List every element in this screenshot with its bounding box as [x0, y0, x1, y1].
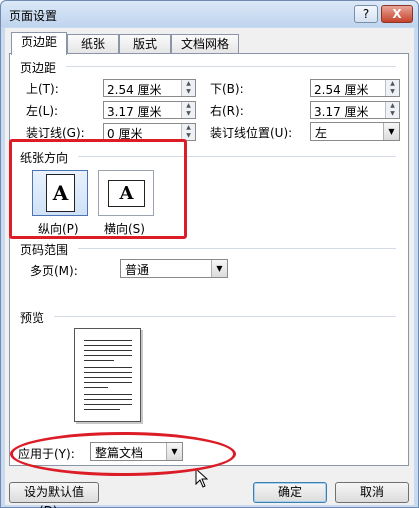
- spin-up-icon[interactable]: ▲: [182, 102, 195, 110]
- right-margin-label: 右(R):: [210, 104, 244, 118]
- chevron-down-icon[interactable]: ▼: [211, 260, 227, 277]
- top-margin-spinner[interactable]: 2.54 厘米 ▲ ▼: [103, 79, 196, 97]
- title-bar: 页面设置 ? X: [1, 1, 418, 27]
- tab-panel-margins: 页边距 上(T): 2.54 厘米 ▲ ▼ 下(B): 2.54 厘米 ▲ ▼ 左(…: [9, 53, 409, 466]
- multiple-pages-label: 多页(M):: [30, 264, 78, 278]
- dialog-body: 页边距 纸张 版式 文档网格 页边距 上(T): 2.54 厘米 ▲ ▼ 下(B)…: [5, 28, 414, 508]
- preview-group-title: 预览: [20, 311, 45, 325]
- preview-text-line: [84, 394, 132, 395]
- bottom-margin-spinner[interactable]: 2.54 厘米 ▲ ▼: [310, 79, 400, 97]
- pages-group-title: 页码范围: [20, 243, 69, 257]
- preview-text-line: [84, 399, 132, 400]
- tab-document-grid[interactable]: 文档网格: [171, 34, 239, 54]
- preview-text-line: [84, 360, 114, 361]
- preview-text-line: [84, 367, 132, 368]
- preview-text-line: [84, 377, 132, 378]
- tab-paper[interactable]: 纸张: [67, 34, 119, 54]
- preview-text-line: [84, 340, 132, 341]
- apply-to-highlight-ellipse: [10, 432, 236, 476]
- spin-up-icon[interactable]: ▲: [386, 80, 399, 88]
- multiple-pages-select[interactable]: 普通 ▼: [120, 259, 228, 278]
- bottom-margin-value: 2.54 厘米: [314, 83, 369, 97]
- cancel-button[interactable]: 取消: [335, 482, 409, 503]
- left-margin-spinner[interactable]: 3.17 厘米 ▲ ▼: [103, 101, 196, 119]
- preview-text-line: [84, 355, 132, 356]
- left-margin-label: 左(L):: [26, 104, 59, 118]
- divider: [54, 316, 396, 317]
- orientation-highlight-box: [9, 139, 187, 239]
- spin-down-icon[interactable]: ▼: [182, 110, 195, 118]
- spin-up-icon[interactable]: ▲: [182, 80, 195, 88]
- gutter-position-select[interactable]: 左 ▼: [310, 122, 400, 141]
- tab-layout[interactable]: 版式: [119, 34, 171, 54]
- top-margin-value: 2.54 厘米: [107, 83, 162, 97]
- multiple-pages-value: 普通: [125, 263, 150, 277]
- ok-button[interactable]: 确定: [253, 482, 327, 503]
- preview-text-line: [84, 382, 132, 383]
- bottom-margin-label: 下(B):: [210, 82, 244, 96]
- help-button[interactable]: ?: [354, 5, 378, 23]
- left-margin-value: 3.17 厘米: [107, 105, 162, 119]
- margins-group-title: 页边距: [20, 61, 57, 75]
- right-margin-value: 3.17 厘米: [314, 105, 369, 119]
- tab-margins[interactable]: 页边距: [11, 32, 67, 55]
- set-default-button[interactable]: 设为默认值(D)...: [9, 482, 99, 508]
- spin-down-icon[interactable]: ▼: [386, 110, 399, 118]
- spin-down-icon[interactable]: ▼: [386, 88, 399, 96]
- preview-text-line: [84, 350, 132, 351]
- spin-up-icon[interactable]: ▲: [386, 102, 399, 110]
- preview-text-line: [84, 387, 108, 388]
- preview-text-line: [84, 345, 132, 346]
- preview-text-line: [84, 372, 132, 373]
- close-button[interactable]: X: [381, 5, 413, 23]
- chevron-down-icon[interactable]: ▼: [383, 123, 399, 140]
- spin-up-icon[interactable]: ▲: [182, 124, 195, 132]
- page-setup-dialog: 页面设置 ? X 页边距 纸张 版式 文档网格 页边距 上(T): 2.54 厘…: [0, 0, 419, 508]
- top-margin-label: 上(T):: [26, 82, 59, 96]
- spin-down-icon[interactable]: ▼: [182, 88, 195, 96]
- divider: [78, 248, 396, 249]
- gutter-position-value: 左: [315, 126, 328, 140]
- preview-text-line: [84, 409, 120, 410]
- right-margin-spinner[interactable]: 3.17 厘米 ▲ ▼: [310, 101, 400, 119]
- preview-page-thumbnail: [74, 328, 141, 422]
- divider: [66, 66, 396, 67]
- dialog-title: 页面设置: [9, 9, 58, 23]
- gutter-position-label: 装订线位置(U):: [210, 126, 293, 140]
- preview-text-line: [84, 404, 132, 405]
- mouse-pointer-icon: [195, 468, 209, 488]
